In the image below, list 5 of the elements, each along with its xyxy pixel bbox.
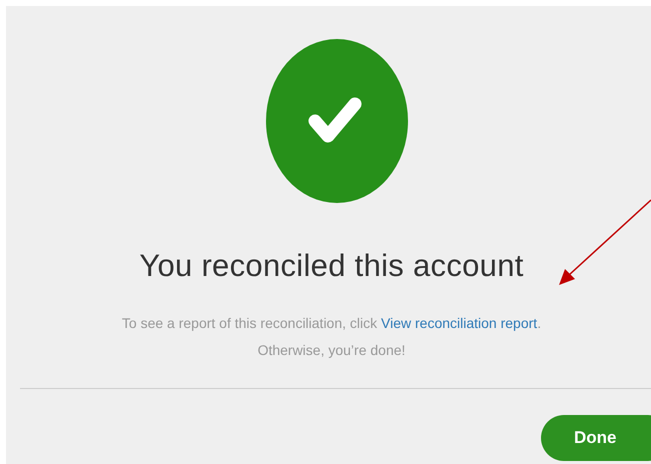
dialog-title: You reconciled this account [138, 248, 525, 284]
check-circle-icon [265, 38, 409, 204]
done-button[interactable]: Done [541, 415, 651, 461]
dialog-message: To see a report of this reconciliation, click View reconciliation report. Otherwise, you’re done! [120, 314, 542, 360]
view-report-link[interactable]: View reconciliation report [381, 315, 538, 331]
